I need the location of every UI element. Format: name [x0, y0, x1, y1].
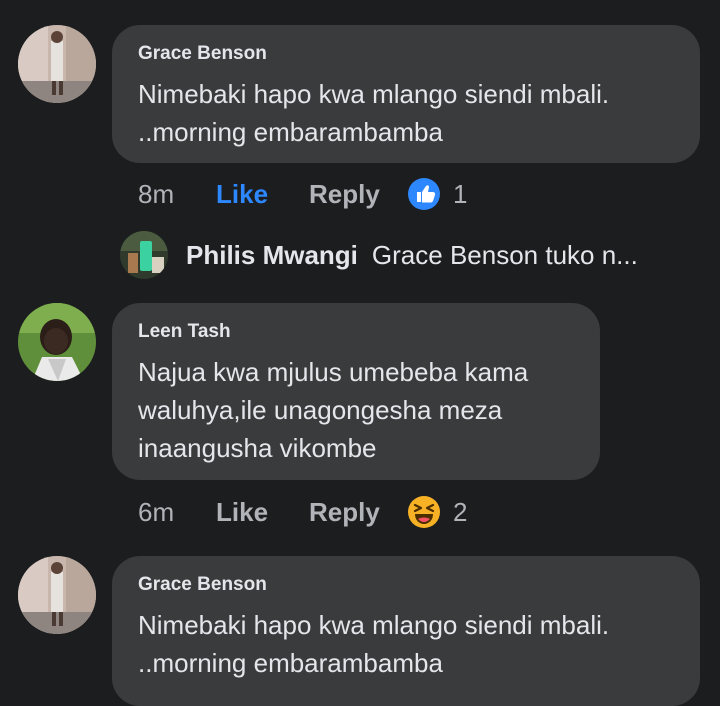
comment-bubble: Grace Benson Nimebaki hapo kwa mlango si…: [112, 556, 700, 706]
comment-actions: 8m Like Reply 1: [138, 174, 467, 214]
avatar-grace-benson[interactable]: [18, 25, 96, 103]
comment-actions: 6m Like Reply 2: [138, 492, 467, 532]
like-button[interactable]: Like: [216, 179, 309, 210]
comment-author[interactable]: Grace Benson: [138, 574, 674, 596]
comment-author[interactable]: Leen Tash: [138, 321, 574, 343]
comment-text: Nimebaki hapo kwa mlango siendi mbali. .…: [138, 610, 610, 678]
avatar-philis-mwangi[interactable]: [120, 231, 168, 279]
avatar-grace-benson[interactable]: [18, 556, 96, 634]
reply-button[interactable]: Reply: [309, 497, 407, 528]
comment-bubble: Grace Benson Nimebaki hapo kwa mlango si…: [112, 25, 700, 163]
comment-timestamp[interactable]: 8m: [138, 179, 216, 210]
thumbs-up-icon: [407, 177, 441, 211]
like-button[interactable]: Like: [216, 497, 309, 528]
comment-text: Najua kwa mjulus umebeba kama waluhya,il…: [138, 357, 529, 463]
comment-text: Nimebaki hapo kwa mlango siendi mbali. .…: [138, 79, 610, 147]
reaction-summary[interactable]: 1: [407, 177, 467, 211]
comment-bubble: Leen Tash Najua kwa mjulus umebeba kama …: [112, 303, 600, 480]
avatar-leen-tash[interactable]: [18, 303, 96, 381]
comment-timestamp[interactable]: 6m: [138, 497, 216, 528]
reply-text[interactable]: Grace Benson tuko n...: [372, 240, 638, 271]
reply-author[interactable]: Philis Mwangi: [186, 240, 358, 271]
comment-author[interactable]: Grace Benson: [138, 43, 674, 65]
reaction-count: 2: [453, 496, 468, 527]
laughing-face-icon: [407, 495, 441, 529]
reaction-count: 1: [453, 178, 468, 209]
reply-preview[interactable]: Philis Mwangi Grace Benson tuko n...: [120, 230, 638, 280]
reply-button[interactable]: Reply: [309, 179, 407, 210]
reaction-summary[interactable]: 2: [407, 495, 467, 529]
